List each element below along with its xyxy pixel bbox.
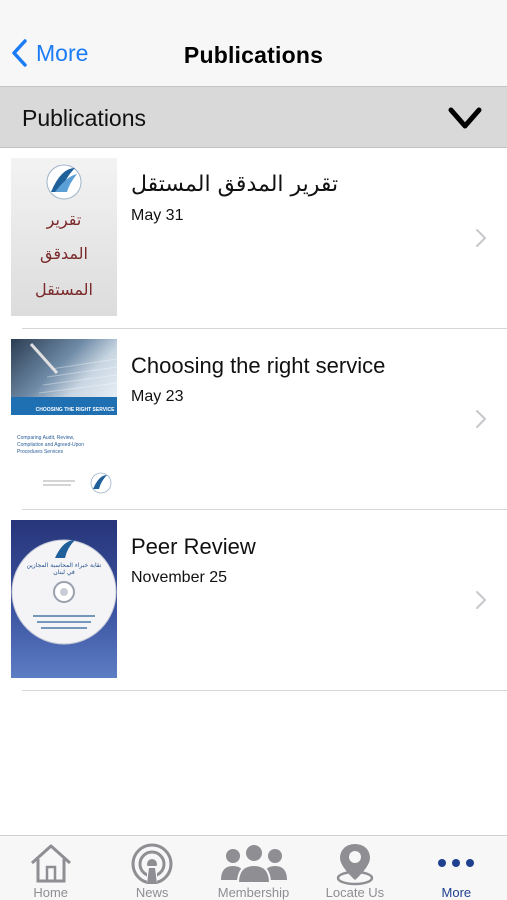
publication-title: تقرير المدقق المستقل (131, 172, 339, 197)
location-pin-icon (336, 844, 374, 886)
cover-line-2: المدقق (40, 244, 88, 263)
chevron-right-icon (476, 410, 486, 428)
more-dots-icon (438, 859, 475, 867)
tab-locate-us[interactable]: Locate Us (304, 836, 405, 900)
tab-bar: Home News Membership Locate Us More (0, 835, 507, 900)
tab-label: News (135, 885, 169, 900)
publication-date: May 31 (131, 207, 184, 224)
publication-title: Choosing the right service (131, 353, 386, 378)
cover-title: نقابة خبراء المحاسبة المجازين في لبنان (26, 562, 102, 576)
tab-home[interactable]: Home (0, 836, 101, 900)
publication-list: تقرير المدقق المستقل تقرير المدقق المستق… (0, 148, 507, 691)
section-title: Publications (22, 105, 147, 131)
section-header[interactable]: Publications (0, 86, 507, 148)
cover-line-1: تقرير (46, 210, 82, 229)
chevron-down-icon[interactable] (447, 104, 483, 132)
tab-more[interactable]: More (406, 836, 507, 900)
people-icon (220, 843, 287, 884)
home-icon (30, 844, 71, 883)
cover-line-3: المستقل (35, 280, 93, 299)
tab-label: Home (33, 885, 69, 900)
navigation-bar: More Publications (0, 0, 507, 86)
tab-label: More (441, 885, 472, 900)
publication-cover: تقرير المدقق المستقل (11, 158, 117, 316)
publication-date: May 23 (131, 388, 184, 405)
publication-cover: نقابة خبراء المحاسبة المجازين في لبنان (11, 520, 117, 678)
chevron-right-icon (476, 591, 486, 609)
list-item[interactable]: تقرير المدقق المستقل تقرير المدقق المستق… (0, 148, 507, 329)
tab-label: Membership (217, 885, 290, 900)
page-title: Publications (183, 42, 324, 68)
tab-news[interactable]: News (101, 836, 202, 900)
broadcast-icon (131, 843, 173, 884)
cd-disc-image (11, 539, 117, 645)
logo-icon (43, 472, 112, 494)
chevron-right-icon (476, 229, 486, 247)
tab-label: Locate Us (325, 885, 385, 900)
list-item[interactable]: نقابة خبراء المحاسبة المجازين في لبنان P… (0, 510, 507, 691)
publication-date: November 25 (131, 569, 228, 586)
list-item[interactable]: CHOOSING THE RIGHT SERVICE Comparing Aud… (0, 329, 507, 510)
tab-membership[interactable]: Membership (203, 836, 304, 900)
publication-cover: CHOOSING THE RIGHT SERVICE Comparing Aud… (11, 339, 117, 497)
publication-title: Peer Review (131, 534, 256, 559)
